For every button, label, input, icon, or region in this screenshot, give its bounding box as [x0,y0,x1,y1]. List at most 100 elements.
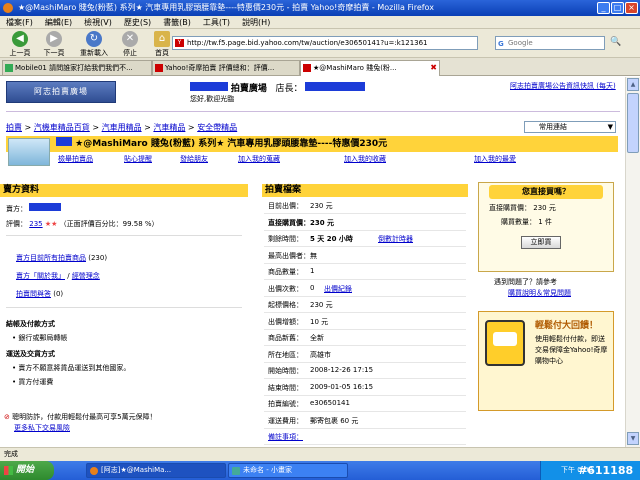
back-button[interactable]: ◀ 上一頁 [2,31,38,58]
minimize-button[interactable]: _ [597,2,610,14]
breadcrumb-link[interactable]: 安全帶精品 [197,123,237,132]
close-button[interactable]: × [625,2,638,14]
product-thumbnail[interactable] [8,138,50,166]
store-logo[interactable]: 阿志拍賣廣場 [6,81,116,103]
divider [264,395,466,396]
auction-field-value: 2009-01-05 16:15 [310,383,374,391]
menu-view[interactable]: 檢視(V) [84,16,112,29]
start-button[interactable]: 開始 [0,461,54,480]
add-favorites-link[interactable]: 加入我的收藏 [344,154,386,164]
quick-links-select[interactable]: 常用連結 ▼ [524,121,616,133]
store-label: 店長： [275,84,303,94]
taskbar-item-label: 未命名 - 小畫家 [243,466,292,474]
firefox-icon [90,467,98,475]
stop-button[interactable]: ✕ 停止 [112,31,148,58]
reminder-link[interactable]: 貼心提醒 [124,154,152,164]
vertical-scrollbar[interactable]: ▲ ▼ [625,77,640,447]
shipping-item: • 賣方不願意將貨品運送到其他國家。 [12,364,131,372]
search-input[interactable]: G Google [495,36,605,50]
divider [6,235,242,236]
store-news-link[interactable]: 阿志拍賣廣場公告資訊快訊 (每天) [510,81,616,91]
scroll-thumb[interactable] [627,93,639,153]
seller-name-label: 賣方： [6,205,27,213]
promo-banner[interactable]: 輕鬆付大回饋！ 使用輕鬆付付款，即送交易保障金Yahoo!奇摩購物中心 [478,311,614,411]
scroll-up-icon[interactable]: ▲ [627,78,639,91]
divider [264,428,466,429]
shipping-item-text: 買方付運費 [18,378,54,386]
menu-tools[interactable]: 工具(T) [203,16,230,29]
yahoo-favicon-icon: Y [175,39,184,47]
seller-rating-row: 評價： 235 ★★ （正面評價百分比：99.58 %） [6,219,159,229]
auction-field-value: 2008-12-26 17:15 [310,366,374,374]
breadcrumb-link[interactable]: 拍賣 [6,123,22,132]
menu-history[interactable]: 歷史(S) [124,16,151,29]
tab-mobile01[interactable]: Mobile01 請問誰家打給我們我們不... [2,60,152,75]
close-tab-icon[interactable]: ✖ [430,61,437,75]
divider [264,246,466,247]
menu-file[interactable]: 檔案(F) [6,16,33,29]
forward-arrow-icon: ▶ [46,31,62,47]
fraud-risk-link[interactable]: 更多私下交易風險 [14,423,70,433]
scroll-down-icon[interactable]: ▼ [627,432,639,445]
buy-qty-value: 1 件 [538,218,552,226]
buy-qty-row: 購買數量： 1 件 [501,217,552,227]
divider [264,213,466,214]
forward-label: 下一頁 [43,49,65,57]
seller-about-link[interactable]: 賣方「關於我」 [16,272,65,280]
url-input[interactable]: Y http://tw.f5.page.bid.yahoo.com/tw/auc… [172,36,478,50]
divider [264,230,466,231]
windows-logo-icon [4,466,13,475]
help-link[interactable]: 購買說明＆常見問題 [508,288,571,298]
tab-product[interactable]: ★@MashiMaro 賤兔(粉... ✖ [300,60,440,76]
menu-bookmarks[interactable]: 書籤(B) [163,16,191,29]
divider [264,279,466,280]
divider [264,362,466,363]
breadcrumb-link[interactable]: 汽機車精品百貨 [34,123,90,132]
forward-button[interactable]: ▶ 下一頁 [36,31,72,58]
store-desc: 您好,歡迎光臨 [190,95,235,103]
auction-field-value: 1 [310,267,315,275]
seller-about-row: 賣方「關於我」 / 經營理念 [16,272,100,280]
divider [264,411,466,412]
bid-history-link[interactable]: 出價紀錄 [324,284,352,294]
menu-edit[interactable]: 編輯(E) [45,16,72,29]
seller-qa-row: 拍賣問與答 (0) [16,289,63,299]
fraud-warning: ⊘ 聰明防詐，付款用輕鬆付最高可享5萬元保障！ [4,412,157,422]
auction-field-value: 230 元 [310,202,333,210]
positive-percent: （正面評價百分比：99.58 %） [59,220,159,228]
stop-icon: ✕ [122,31,138,47]
reload-button[interactable]: ↻ 重新載入 [76,31,112,58]
tab-label: Yahoo!奇摩拍賣 評價總和：評價... [165,64,275,72]
report-link[interactable]: 檢舉拍賣品 [58,154,93,164]
search-go-icon[interactable]: 🔍 [610,37,621,47]
promo-text: 使用輕鬆付付款，即送交易保障金Yahoo!奇摩購物中心 [535,335,608,365]
seller-qa-link[interactable]: 拍賣問與答 [16,290,51,298]
breadcrumb-link[interactable]: 汽車精品 [153,123,185,132]
taskbar-item-paint[interactable]: 未命名 - 小畫家 [228,463,348,478]
product-title-bar: ★@MashiMaro 賤兔(粉藍) 系列★ 汽車專用乳膠頭腰靠墊----特惠價… [6,136,618,152]
seller-qa-count: (0) [53,290,64,298]
tab-label: Mobile01 請問誰家打給我們我們不... [15,64,133,72]
menu-help[interactable]: 說明(H) [242,16,270,29]
taskbar: 開始 [阿志]★@MashiMa... 未命名 - 小畫家 下午 0:00 [0,461,640,480]
store-title: 拍賣廣場 店長： [190,81,366,94]
taskbar-item-firefox[interactable]: [阿志]★@MashiMa... [86,463,226,478]
breadcrumb-link[interactable]: 汽車用精品 [102,123,142,132]
seller-rating-label: 評價： [6,220,27,228]
product-title: ★@MashiMaro 賤兔(粉藍) 系列★ 汽車專用乳膠頭腰靠墊----特惠價… [75,139,388,149]
seller-all-items-row: 賣方目前所有拍賣商品 (230) [16,253,107,263]
tab-yahoo-rating[interactable]: Yahoo!奇摩拍賣 評價總和：評價... [152,60,300,75]
add-watchlist-link[interactable]: 加入我的蒐藏 [238,154,280,164]
countdown-link[interactable]: 倒數計時器 [378,234,413,244]
auction-field-label[interactable]: 備註事項： [268,432,328,442]
seller-philosophy-link[interactable]: 經營理念 [72,272,100,280]
redacted-block [190,82,228,91]
add-fav-seller-link[interactable]: 加入我的最愛 [474,154,516,164]
seller-all-items-link[interactable]: 賣方目前所有拍賣商品 [16,254,86,262]
maximize-button[interactable]: □ [611,2,624,14]
search-placeholder: Google [508,39,533,47]
buy-now-button[interactable]: 立即買 [521,236,561,249]
send-friend-link[interactable]: 發給朋友 [180,154,208,164]
title-bar: ★@MashiMaro 賤兔(粉藍) 系列★ 汽車專用乳膠頭腰靠墊----特惠價… [0,0,640,16]
rating-link[interactable]: 235 [29,220,42,228]
